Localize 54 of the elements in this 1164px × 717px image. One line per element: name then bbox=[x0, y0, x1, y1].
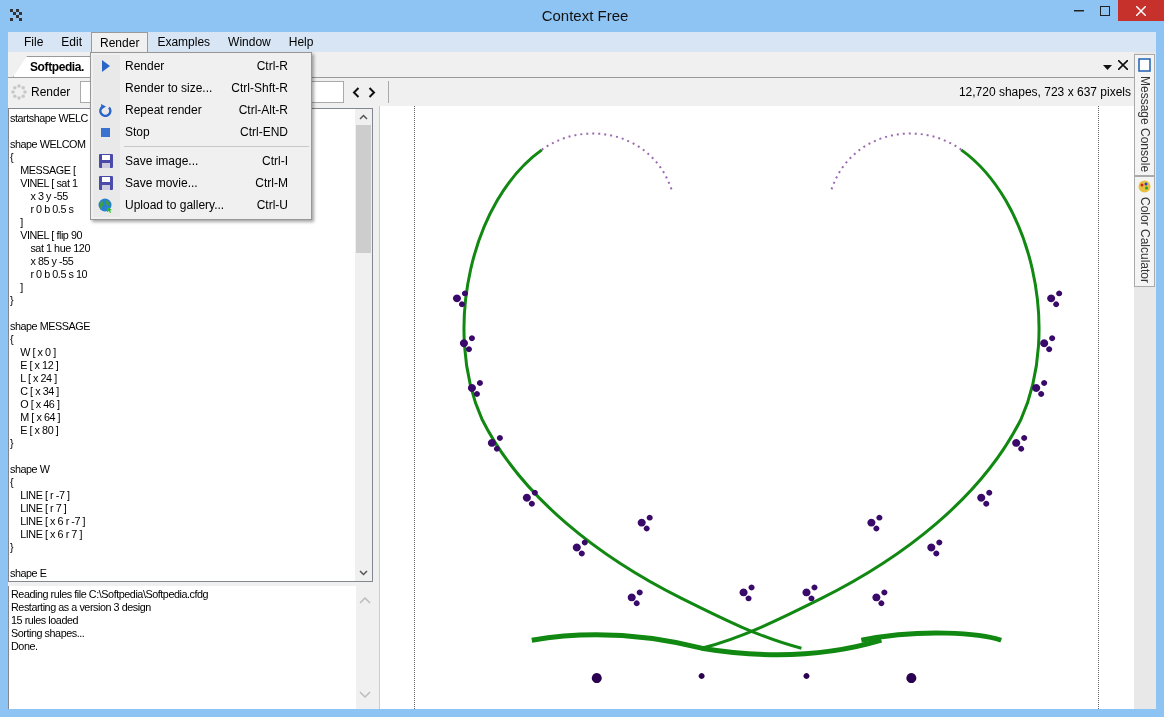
code-line: E [ x 12 ] bbox=[19, 359, 59, 371]
code-line: r 0 b 0.5 s bbox=[29, 203, 74, 215]
code-line: VINEL [ sat 1 bbox=[19, 177, 78, 189]
code-line: ] bbox=[19, 281, 23, 293]
code-line: O [ x 46 ] bbox=[19, 398, 60, 410]
render-button[interactable]: Render bbox=[8, 81, 75, 103]
code-line: LINE [ x 6 r 7 ] bbox=[19, 528, 82, 540]
console-line: Done. bbox=[11, 640, 38, 652]
menu-item[interactable]: Render bbox=[91, 32, 149, 52]
code-line: C [ x 34 ] bbox=[19, 385, 59, 397]
code-line: shape WELCOM bbox=[10, 138, 86, 150]
menu-item[interactable]: Window bbox=[219, 32, 280, 52]
code-line: } bbox=[10, 294, 14, 306]
code-line: E [ x 80 ] bbox=[19, 424, 59, 436]
side-tab[interactable]: Color Calculator bbox=[1134, 176, 1155, 288]
code-line: sat 1 hue 120 bbox=[29, 242, 90, 254]
menu-item[interactable]: Stop Ctrl-END bbox=[91, 121, 311, 143]
code-line: x 85 y -55 bbox=[29, 255, 74, 267]
code-line: VINEL [ flip 90 bbox=[19, 229, 83, 241]
console-line: Reading rules file C:\Softpedia\Softpedia.cfdg bbox=[11, 588, 209, 600]
menu-item[interactable]: Examples bbox=[148, 32, 220, 52]
code-line: x 3 y -55 bbox=[29, 190, 68, 202]
code-line: MESSAGE [ bbox=[19, 164, 76, 176]
menu-item[interactable]: Save movie... Ctrl-M bbox=[91, 172, 311, 194]
code-line: ] bbox=[19, 216, 23, 228]
code-line: shape MESSAGE bbox=[10, 320, 90, 332]
code-line: LINE [ r -7 ] bbox=[19, 489, 70, 501]
code-line: { bbox=[10, 151, 14, 163]
code-line: startshape WELC bbox=[10, 112, 88, 124]
code-line: shape E bbox=[10, 567, 47, 579]
console-line: Restarting as a version 3 design bbox=[11, 601, 151, 613]
menu-item[interactable]: Repeat render Ctrl-Alt-R bbox=[91, 99, 311, 121]
code-line: r 0 b 0.5 s 10 bbox=[29, 268, 88, 280]
menu-item[interactable]: Help bbox=[279, 32, 323, 52]
menu-item[interactable]: Render to size... Ctrl-Shft-R bbox=[91, 77, 311, 99]
code-line: M [ x 64 ] bbox=[19, 411, 61, 423]
console-line: 15 rules loaded bbox=[11, 614, 79, 626]
menu-item[interactable]: File bbox=[15, 32, 53, 52]
console-line: Sorting shapes... bbox=[11, 627, 85, 639]
code-line: W [ x 0 ] bbox=[19, 346, 56, 358]
code-line: LINE [ r 7 ] bbox=[19, 502, 67, 514]
code-line: L [ x 24 ] bbox=[19, 372, 57, 384]
status-text: 12,720 shapes, 723 x 637 pixels bbox=[958, 85, 1131, 99]
code-line: } bbox=[10, 541, 14, 553]
menu-item[interactable]: Upload to gallery... Ctrl-U bbox=[91, 194, 311, 216]
menu-item[interactable]: Edit bbox=[52, 32, 92, 52]
window-title: Context Free bbox=[541, 7, 629, 24]
code-line: LINE [ x 6 r -7 ] bbox=[19, 515, 86, 527]
code-line: } bbox=[10, 437, 14, 449]
code-line: { bbox=[10, 333, 14, 345]
menu-item[interactable]: Save image... Ctrl-I bbox=[91, 150, 311, 172]
side-tab[interactable]: Message Console bbox=[1134, 54, 1155, 177]
code-line: { bbox=[10, 476, 14, 488]
code-line: shape W bbox=[10, 463, 50, 475]
